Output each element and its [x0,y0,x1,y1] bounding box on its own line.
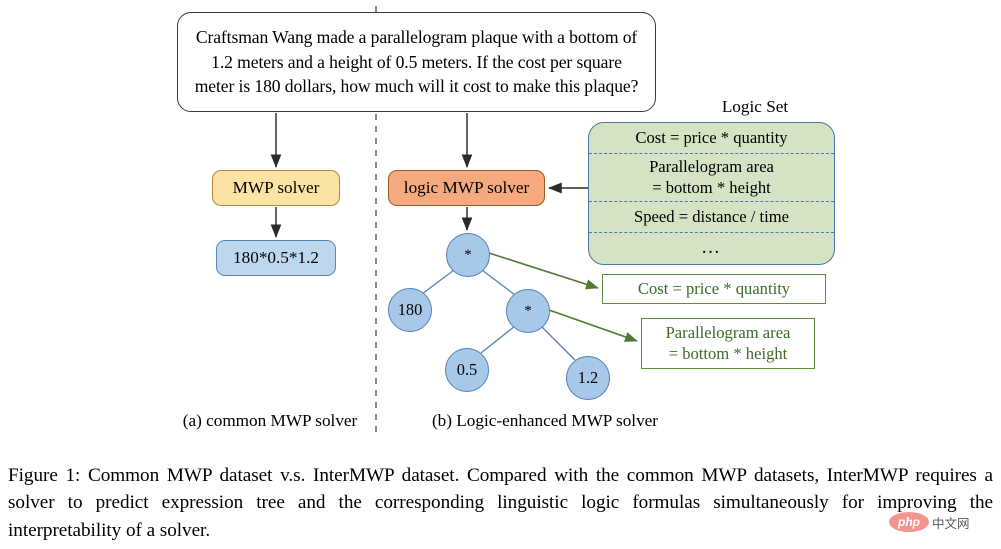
tree-node-root: * [446,233,490,277]
logic-set-row: Speed = distance / time [589,202,834,233]
logic-set-box: Cost = price * quantity Parallelogram ar… [588,122,835,265]
tree-node-label: * [524,302,532,319]
callout-cost-formula: Cost = price * quantity [602,274,826,304]
logic-set-title: Logic Set [721,97,789,116]
callout-parallelogram-formula: Parallelogram area = bottom * height [641,318,815,369]
figure-caption: Figure 1: Common MWP dataset v.s. InterM… [8,465,993,541]
php-logo-icon: php [889,512,929,532]
tree-node-label: 1.2 [577,368,599,387]
tree-node-label: 180 [397,300,423,319]
tree-node-180: 180 [388,288,432,332]
logic-mwp-solver-box: logic MWP solver [388,170,545,206]
tree-edge-root-180 [421,269,455,295]
tree-node-05: 0.5 [445,348,489,392]
logic-mwp-solver-label: logic MWP solver [403,178,530,197]
tree-edge-mul2-05 [480,325,516,354]
watermark-site-label: 中文网 [932,516,970,531]
tree-node-12: 1.2 [566,356,610,400]
logic-set-row-ellipsis: … [701,237,722,259]
problem-statement-text: Craftsman Wang made a parallelogram plaq… [194,27,639,97]
subcaption-a: (a) common MWP solver [182,411,358,430]
tree-node-label: 0.5 [456,360,478,379]
logic-set-row: Parallelogram area = bottom * height [589,154,834,202]
tree-edge-root-mul2 [481,269,516,296]
arrow-mul2-to-callout-1 [548,309,638,342]
mwp-solver-label: MWP solver [232,178,320,197]
problem-statement-box: Craftsman Wang made a parallelogram plaq… [177,12,656,112]
subcaption-b: (b) Logic-enhanced MWP solver [431,411,659,430]
answer-expression-label: 180*0.5*1.2 [233,248,319,267]
answer-expression-box: 180*0.5*1.2 [216,240,336,276]
watermark: php 中文网 [889,512,970,532]
arrow-root-to-callout-0 [488,252,599,290]
logic-set-row: Cost = price * quantity [589,123,834,154]
mwp-solver-box: MWP solver [212,170,340,206]
tree-edge-mul2-12 [540,325,576,361]
tree-node-mul2: * [506,289,550,333]
tree-node-label: * [464,246,472,263]
figure-container: Craftsman Wang made a parallelogram plaq… [0,0,1001,549]
